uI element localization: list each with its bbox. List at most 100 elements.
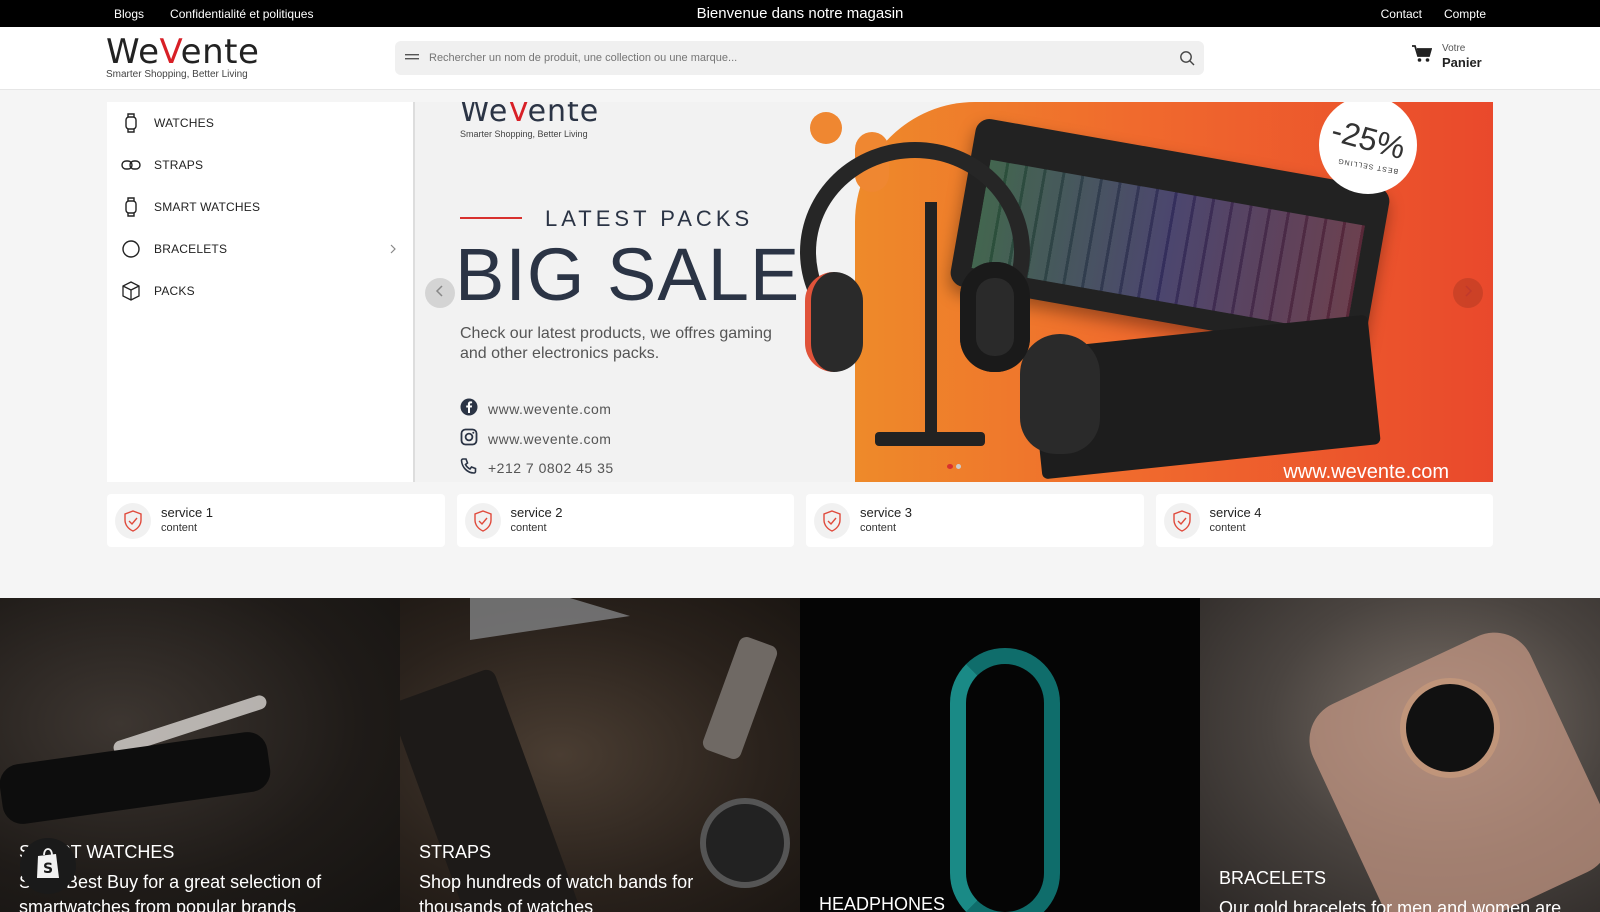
service-title: service 2 (510, 505, 563, 520)
services-row: service 1 content service 2 content servic… (107, 494, 1493, 547)
banner-kicker: LATEST PACKS (545, 206, 754, 231)
account-link[interactable]: Compte (1444, 7, 1486, 21)
cart-button[interactable]: Votre Panier (1412, 43, 1482, 70)
chevron-right-icon (1463, 284, 1473, 303)
slider-next-button[interactable] (1453, 278, 1483, 308)
headphone-stand-base (875, 432, 985, 446)
site-logo[interactable]: WeVente Smarter Shopping, Better Living (106, 33, 266, 85)
banner-divider (460, 217, 522, 219)
banner-brand: WeVente (460, 102, 599, 129)
slider-dot-1[interactable] (947, 464, 953, 469)
search-icon[interactable] (1170, 41, 1204, 75)
service-card: service 4 content (1155, 494, 1493, 547)
instagram-icon (460, 428, 478, 449)
tool-image (700, 634, 780, 762)
banner-headline: BIG SALE (455, 233, 801, 316)
banner-footer-url: www.wevente.com (1283, 461, 1449, 482)
category-menu: WATCHES STRAPS SMART WATCHES BRACELETS P… (107, 102, 415, 482)
smartwatch-icon (120, 196, 142, 218)
slider-prev-button[interactable] (425, 278, 455, 308)
service-card: service 3 content (806, 494, 1144, 547)
tile-title: HEADPHONES (819, 894, 946, 912)
site-header: WeVente Smarter Shopping, Better Living … (0, 27, 1600, 90)
svg-text:S: S (43, 861, 53, 877)
category-label: BRACELETS (154, 242, 228, 256)
phone-icon (460, 457, 478, 478)
shield-check-icon (464, 502, 501, 539)
headphones-image (950, 648, 1060, 912)
service-title: service 1 (161, 505, 214, 520)
mouse-image (1020, 334, 1100, 454)
banner-description: Check our latest products, we offres gam… (460, 325, 772, 362)
tile-subtitle: Shop hundreds of watch bands for thousan… (419, 872, 694, 912)
slider-dot-2[interactable] (956, 464, 961, 469)
phone-number: +212 7 0802 45 35 (488, 459, 614, 476)
tile-headphones[interactable]: HEADPHONES (800, 598, 1200, 912)
cart-icon (1412, 45, 1433, 68)
headset-left-cup (805, 272, 863, 372)
service-title: service 3 (860, 505, 913, 520)
category-label: PACKS (154, 284, 195, 298)
facebook-icon (460, 398, 478, 419)
circle-icon (120, 238, 142, 260)
link-icon (120, 154, 142, 176)
banner-instagram: www.wevente.com (460, 428, 611, 449)
category-item-straps[interactable]: STRAPS (107, 144, 413, 186)
chevron-left-icon (435, 284, 445, 303)
logo-we: We (106, 32, 160, 72)
tile-subtitle: Our gold bracelets for men and women are (1219, 898, 1562, 912)
cart-label: Panier (1442, 55, 1482, 70)
shield-check-icon (814, 502, 850, 539)
category-item-packs[interactable]: PACKS (107, 270, 413, 312)
wristwatch-image (1400, 678, 1500, 778)
logo-v: V (159, 32, 181, 72)
hero-banner: WeVente Smarter Shopping, Better Living … (415, 102, 1493, 482)
tile-straps[interactable]: STRAPS Shop hundreds of watch bands for … (400, 598, 800, 912)
category-label: WATCHES (154, 116, 215, 130)
watch-icon (120, 112, 142, 134)
cart-label-small: Votre (1442, 43, 1466, 54)
slider-dots (947, 464, 961, 469)
blogs-link[interactable]: Blogs (114, 7, 144, 21)
search-input[interactable] (429, 52, 1170, 64)
category-item-watches[interactable]: WATCHES (107, 102, 413, 144)
category-item-bracelets[interactable]: BRACELETS (107, 228, 413, 270)
tile-title: STRAPS (419, 842, 492, 862)
service-content: content (1209, 522, 1246, 534)
contact-link[interactable]: Contact (1381, 7, 1422, 21)
banner-decor-dot (810, 112, 842, 144)
headset-right-cup (960, 262, 1030, 372)
box-icon (120, 280, 142, 302)
banner-brand-ente: ente (527, 102, 600, 129)
logo-tagline: Smarter Shopping, Better Living (106, 69, 248, 80)
banner-brand-tagline: Smarter Shopping, Better Living (460, 129, 588, 139)
service-content: content (860, 522, 897, 534)
banner-phone: +212 7 0802 45 35 (460, 457, 614, 478)
service-title: service 4 (1209, 505, 1262, 520)
welcome-message: Bienvenue dans notre magasin (696, 5, 904, 22)
service-content: content (510, 522, 547, 534)
privacy-policies-link[interactable]: Confidentialité et politiques (170, 7, 313, 21)
service-content: content (161, 522, 198, 534)
shield-check-icon (115, 502, 151, 539)
chevron-right-icon (389, 242, 397, 260)
shopify-bag-icon: S (34, 847, 62, 885)
banner-brand-we: We (460, 102, 509, 129)
tile-title: BRACELETS (1219, 868, 1327, 888)
logo-ente: ente (180, 32, 260, 72)
category-label: SMART WATCHES (154, 200, 261, 214)
top-bar: Blogs Confidentialité et politiques Bien… (0, 0, 1600, 27)
service-card: service 2 content (456, 494, 794, 547)
tile-bracelets[interactable]: BRACELETS Our gold bracelets for men and… (1200, 598, 1600, 912)
search-bar (395, 41, 1204, 75)
category-item-smart-watches[interactable]: SMART WATCHES (107, 186, 413, 228)
instagram-url: www.wevente.com (488, 430, 612, 447)
shield-check-icon (1163, 502, 1200, 539)
hamburger-menu-icon[interactable] (395, 41, 429, 75)
category-label: STRAPS (154, 158, 204, 172)
facebook-url: www.wevente.com (488, 400, 612, 417)
banner-brand-v: V (508, 102, 528, 129)
banner-facebook: www.wevente.com (460, 398, 611, 419)
shopify-chat-button[interactable]: S (20, 838, 76, 894)
service-card: service 1 content (107, 494, 445, 547)
